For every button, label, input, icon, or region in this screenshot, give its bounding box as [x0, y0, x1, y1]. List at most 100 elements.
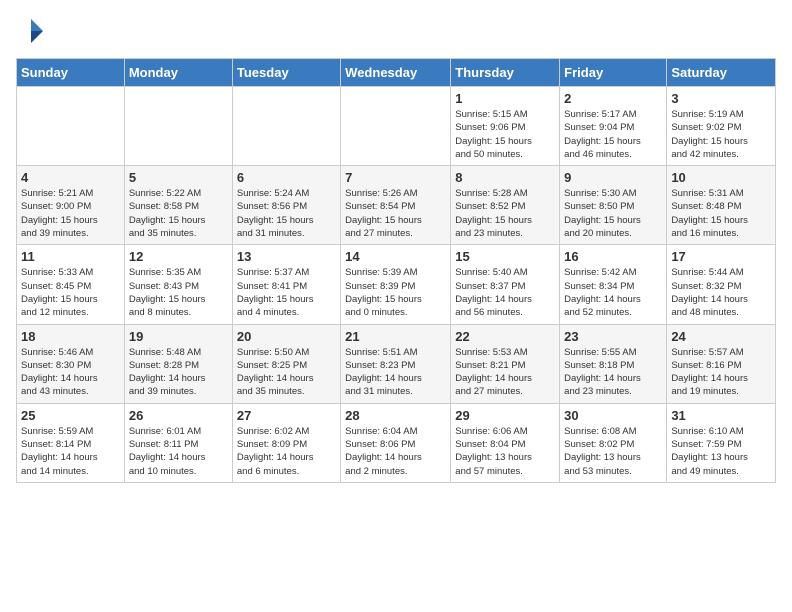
- day-number: 14: [345, 249, 446, 264]
- day-info: Sunrise: 5:46 AM Sunset: 8:30 PM Dayligh…: [21, 346, 120, 399]
- calendar-cell: 11 Sunrise: 5:33 AM Sunset: 8:45 PM Dayli…: [17, 245, 125, 324]
- day-number: 4: [21, 170, 120, 185]
- day-number: 31: [671, 408, 771, 423]
- day-info: Sunrise: 6:08 AM Sunset: 8:02 PM Dayligh…: [564, 425, 662, 478]
- calendar-cell: 14 Sunrise: 5:39 AM Sunset: 8:39 PM Dayli…: [341, 245, 451, 324]
- day-info: Sunrise: 5:39 AM Sunset: 8:39 PM Dayligh…: [345, 266, 446, 319]
- day-info: Sunrise: 5:42 AM Sunset: 8:34 PM Dayligh…: [564, 266, 662, 319]
- day-info: Sunrise: 5:40 AM Sunset: 8:37 PM Dayligh…: [455, 266, 555, 319]
- day-info: Sunrise: 5:35 AM Sunset: 8:43 PM Dayligh…: [129, 266, 228, 319]
- logo-icon: [16, 16, 46, 46]
- day-info: Sunrise: 5:33 AM Sunset: 8:45 PM Dayligh…: [21, 266, 120, 319]
- calendar-cell: 13Sunrise: 5:37 AM Sunset: 8:41 PM Dayli…: [232, 245, 340, 324]
- day-number: 7: [345, 170, 446, 185]
- day-info: Sunrise: 5:24 AM Sunset: 8:56 PM Dayligh…: [237, 187, 336, 240]
- calendar-cell: 17 Sunrise: 5:44 AM Sunset: 8:32 PM Dayli…: [667, 245, 776, 324]
- day-number: 20: [237, 329, 336, 344]
- calendar-week-5: 25Sunrise: 5:59 AM Sunset: 8:14 PM Dayli…: [17, 403, 776, 482]
- calendar-cell: 10 Sunrise: 5:31 AM Sunset: 8:48 PM Dayli…: [667, 166, 776, 245]
- day-number: 16: [564, 249, 662, 264]
- day-header-friday: Friday: [560, 59, 667, 87]
- day-header-tuesday: Tuesday: [232, 59, 340, 87]
- day-info: Sunrise: 5:48 AM Sunset: 8:28 PM Dayligh…: [129, 346, 228, 399]
- day-header-sunday: Sunday: [17, 59, 125, 87]
- day-header-wednesday: Wednesday: [341, 59, 451, 87]
- day-number: 11: [21, 249, 120, 264]
- calendar-cell: 1 Sunrise: 5:15 AM Sunset: 9:06 PM Daylig…: [451, 87, 560, 166]
- day-number: 13: [237, 249, 336, 264]
- day-info: Sunrise: 6:04 AM Sunset: 8:06 PM Dayligh…: [345, 425, 446, 478]
- day-number: 18: [21, 329, 120, 344]
- calendar-cell: 29Sunrise: 6:06 AM Sunset: 8:04 PM Dayli…: [451, 403, 560, 482]
- day-info: Sunrise: 6:01 AM Sunset: 8:11 PM Dayligh…: [129, 425, 228, 478]
- day-number: 12: [129, 249, 228, 264]
- day-number: 28: [345, 408, 446, 423]
- day-number: 8: [455, 170, 555, 185]
- day-number: 21: [345, 329, 446, 344]
- calendar-cell: 3Sunrise: 5:19 AM Sunset: 9:02 PM Daylig…: [667, 87, 776, 166]
- day-number: 10: [671, 170, 771, 185]
- day-info: Sunrise: 5:57 AM Sunset: 8:16 PM Dayligh…: [671, 346, 771, 399]
- calendar-week-2: 4 Sunrise: 5:21 AM Sunset: 9:00 PM Daylig…: [17, 166, 776, 245]
- day-info: Sunrise: 5:26 AM Sunset: 8:54 PM Dayligh…: [345, 187, 446, 240]
- day-info: Sunrise: 5:15 AM Sunset: 9:06 PM Dayligh…: [455, 108, 555, 161]
- day-info: Sunrise: 5:53 AM Sunset: 8:21 PM Dayligh…: [455, 346, 555, 399]
- day-info: Sunrise: 6:06 AM Sunset: 8:04 PM Dayligh…: [455, 425, 555, 478]
- day-info: Sunrise: 5:21 AM Sunset: 9:00 PM Dayligh…: [21, 187, 120, 240]
- day-number: 24: [671, 329, 771, 344]
- logo: [16, 16, 50, 46]
- calendar-cell: 20 Sunrise: 5:50 AM Sunset: 8:25 PM Dayli…: [232, 324, 340, 403]
- day-number: 22: [455, 329, 555, 344]
- calendar-cell: [124, 87, 232, 166]
- calendar-cell: 27 Sunrise: 6:02 AM Sunset: 8:09 PM Dayli…: [232, 403, 340, 482]
- calendar-cell: 8 Sunrise: 5:28 AM Sunset: 8:52 PM Daylig…: [451, 166, 560, 245]
- day-number: 6: [237, 170, 336, 185]
- calendar-header-row: SundayMondayTuesdayWednesdayThursdayFrid…: [17, 59, 776, 87]
- calendar-cell: 30 Sunrise: 6:08 AM Sunset: 8:02 PM Dayli…: [560, 403, 667, 482]
- calendar-cell: 2Sunrise: 5:17 AM Sunset: 9:04 PM Daylig…: [560, 87, 667, 166]
- calendar-cell: 19 Sunrise: 5:48 AM Sunset: 8:28 PM Dayli…: [124, 324, 232, 403]
- day-number: 23: [564, 329, 662, 344]
- day-info: Sunrise: 5:28 AM Sunset: 8:52 PM Dayligh…: [455, 187, 555, 240]
- calendar-cell: 22 Sunrise: 5:53 AM Sunset: 8:21 PM Dayli…: [451, 324, 560, 403]
- day-number: 1: [455, 91, 555, 106]
- day-info: Sunrise: 5:31 AM Sunset: 8:48 PM Dayligh…: [671, 187, 771, 240]
- day-number: 19: [129, 329, 228, 344]
- calendar-cell: 28 Sunrise: 6:04 AM Sunset: 8:06 PM Dayli…: [341, 403, 451, 482]
- day-info: Sunrise: 5:51 AM Sunset: 8:23 PM Dayligh…: [345, 346, 446, 399]
- day-info: Sunrise: 5:17 AM Sunset: 9:04 PM Dayligh…: [564, 108, 662, 161]
- day-info: Sunrise: 5:50 AM Sunset: 8:25 PM Dayligh…: [237, 346, 336, 399]
- day-header-thursday: Thursday: [451, 59, 560, 87]
- calendar-cell: 5 Sunrise: 5:22 AM Sunset: 8:58 PM Daylig…: [124, 166, 232, 245]
- day-number: 15: [455, 249, 555, 264]
- day-number: 30: [564, 408, 662, 423]
- day-info: Sunrise: 6:02 AM Sunset: 8:09 PM Dayligh…: [237, 425, 336, 478]
- day-number: 26: [129, 408, 228, 423]
- day-number: 5: [129, 170, 228, 185]
- day-number: 25: [21, 408, 120, 423]
- day-info: Sunrise: 5:44 AM Sunset: 8:32 PM Dayligh…: [671, 266, 771, 319]
- calendar-cell: 23 Sunrise: 5:55 AM Sunset: 8:18 PM Dayli…: [560, 324, 667, 403]
- calendar-cell: 18 Sunrise: 5:46 AM Sunset: 8:30 PM Dayli…: [17, 324, 125, 403]
- calendar-cell: 31 Sunrise: 6:10 AM Sunset: 7:59 PM Dayli…: [667, 403, 776, 482]
- calendar-week-1: 1 Sunrise: 5:15 AM Sunset: 9:06 PM Daylig…: [17, 87, 776, 166]
- calendar-cell: [232, 87, 340, 166]
- calendar-table: SundayMondayTuesdayWednesdayThursdayFrid…: [16, 58, 776, 483]
- calendar-cell: 16 Sunrise: 5:42 AM Sunset: 8:34 PM Dayli…: [560, 245, 667, 324]
- day-number: 27: [237, 408, 336, 423]
- calendar-cell: 6 Sunrise: 5:24 AM Sunset: 8:56 PM Daylig…: [232, 166, 340, 245]
- page-header: [16, 16, 776, 46]
- day-info: Sunrise: 5:55 AM Sunset: 8:18 PM Dayligh…: [564, 346, 662, 399]
- calendar-cell: 15 Sunrise: 5:40 AM Sunset: 8:37 PM Dayli…: [451, 245, 560, 324]
- calendar-cell: 9 Sunrise: 5:30 AM Sunset: 8:50 PM Daylig…: [560, 166, 667, 245]
- day-info: Sunrise: 5:22 AM Sunset: 8:58 PM Dayligh…: [129, 187, 228, 240]
- day-info: Sunrise: 5:30 AM Sunset: 8:50 PM Dayligh…: [564, 187, 662, 240]
- calendar-cell: [17, 87, 125, 166]
- calendar-cell: [341, 87, 451, 166]
- day-number: 17: [671, 249, 771, 264]
- day-info: Sunrise: 5:19 AM Sunset: 9:02 PM Dayligh…: [671, 108, 771, 161]
- calendar-cell: 25Sunrise: 5:59 AM Sunset: 8:14 PM Dayli…: [17, 403, 125, 482]
- calendar-cell: 24 Sunrise: 5:57 AM Sunset: 8:16 PM Dayli…: [667, 324, 776, 403]
- day-info: Sunrise: 6:10 AM Sunset: 7:59 PM Dayligh…: [671, 425, 771, 478]
- day-number: 9: [564, 170, 662, 185]
